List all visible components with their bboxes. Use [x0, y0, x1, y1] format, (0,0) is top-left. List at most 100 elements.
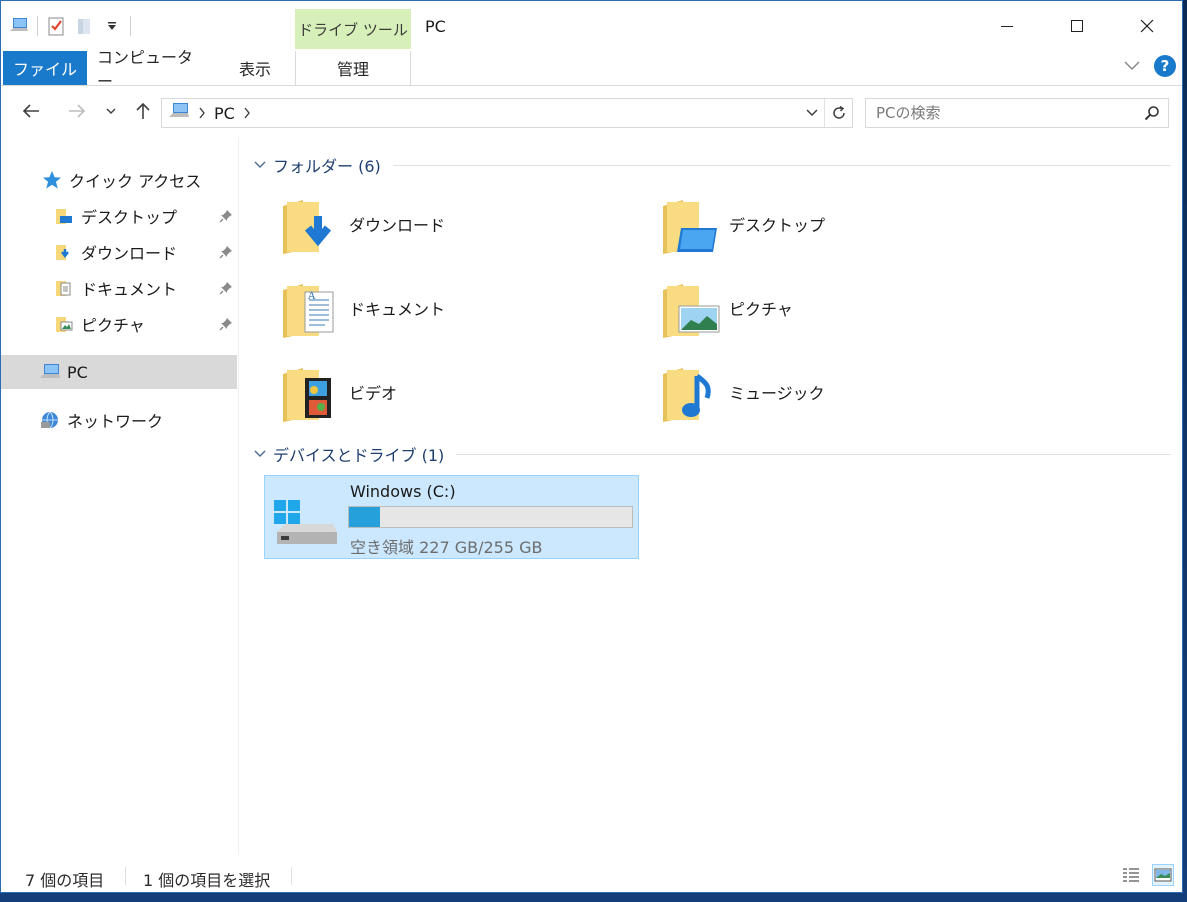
tab-computer[interactable]: コンピューター — [97, 48, 205, 91]
documents-folder-icon: A — [283, 284, 334, 338]
tab-view[interactable]: 表示 — [225, 51, 285, 85]
maximize-button[interactable] — [1042, 1, 1112, 51]
window-controls — [972, 1, 1182, 51]
folder-tile-pictures[interactable]: ピクチャ — [661, 269, 991, 347]
pin-icon[interactable] — [219, 244, 233, 263]
qat-separator — [130, 16, 131, 36]
properties-icon[interactable] — [46, 16, 66, 36]
search-input[interactable] — [876, 104, 1136, 122]
forward-button[interactable] — [63, 97, 91, 125]
maximize-icon — [1071, 20, 1083, 32]
folder-tile-downloads[interactable]: ダウンロード — [281, 185, 611, 263]
nav-label: デスクトップ — [81, 208, 178, 227]
details-view-icon — [1123, 868, 1139, 882]
folder-tile-desktop[interactable]: デスクトップ — [661, 185, 991, 263]
folder-label: ダウンロード — [349, 216, 446, 235]
chevron-down-icon — [251, 161, 269, 169]
details-view-button[interactable] — [1120, 864, 1142, 886]
pin-icon[interactable] — [219, 280, 233, 299]
arrow-up-icon — [136, 102, 150, 119]
drive-tile-c[interactable]: Windows (C:) 空き領域 227 GB/255 GB — [264, 475, 639, 559]
nav-item-quick-access[interactable]: クイック アクセス — [1, 163, 237, 197]
status-bar: 7 個の項目 1 個の項目を選択 — [1, 859, 1182, 893]
nav-label: ピクチャ — [81, 316, 145, 335]
customize-qat-icon[interactable] — [102, 16, 122, 36]
folder-tile-videos[interactable]: ビデオ — [281, 353, 611, 431]
tab-file[interactable]: ファイル — [3, 51, 87, 85]
status-selected-count: 1 個の項目を選択 — [143, 871, 271, 890]
folder-tile-music[interactable]: ミュージック — [661, 353, 991, 431]
folder-label: ピクチャ — [729, 300, 793, 319]
breadcrumb-item-pc[interactable]: PC — [214, 104, 235, 123]
nav-item-downloads[interactable]: ダウンロード — [1, 235, 237, 269]
videos-folder-icon — [283, 368, 331, 422]
search-box — [865, 98, 1169, 128]
group-divider — [392, 164, 1171, 166]
address-bar[interactable]: PC — [161, 98, 853, 128]
close-button[interactable] — [1112, 1, 1182, 51]
nav-label: ネットワーク — [67, 412, 164, 431]
folder-tile-documents[interactable]: A ドキュメント — [281, 269, 611, 347]
downloads-folder-icon — [283, 200, 332, 254]
nav-label: ドキュメント — [81, 280, 178, 299]
group-header-devices[interactable]: デバイスとドライブ (1) — [251, 441, 1171, 467]
nav-item-pictures[interactable]: ピクチャ — [1, 307, 237, 341]
group-header-folders[interactable]: フォルダー (6) — [251, 152, 1171, 178]
status-item-count: 7 個の項目 — [25, 871, 105, 890]
chevron-down-icon — [106, 108, 116, 114]
downloads-folder-icon — [53, 241, 75, 263]
back-button[interactable] — [17, 97, 45, 125]
new-folder-icon[interactable] — [74, 16, 94, 36]
folder-label: ミュージック — [729, 384, 825, 403]
nav-item-pc[interactable]: PC — [1, 355, 237, 389]
pin-icon[interactable] — [219, 208, 233, 227]
large-icons-view-button[interactable] — [1152, 864, 1174, 886]
drive-name: Windows (C:) — [350, 482, 456, 501]
search-icon[interactable] — [1136, 105, 1168, 121]
chevron-down-icon — [251, 450, 269, 458]
up-button[interactable] — [129, 97, 157, 125]
group-label: デバイスとドライブ (1) — [273, 446, 445, 465]
desktop-folder-icon — [53, 205, 75, 227]
tab-manage[interactable]: 管理 — [295, 51, 411, 85]
close-icon — [1140, 19, 1154, 33]
nav-item-network[interactable]: ネットワーク — [1, 403, 237, 437]
expand-ribbon-button[interactable] — [1124, 57, 1140, 75]
ribbon-right-controls: ? — [1124, 55, 1176, 77]
music-folder-icon — [663, 368, 711, 422]
address-history-dropdown[interactable] — [800, 99, 824, 127]
recent-locations-button[interactable] — [101, 97, 121, 125]
refresh-button[interactable] — [824, 99, 852, 127]
chevron-down-icon — [1124, 61, 1140, 71]
arrow-left-icon — [22, 104, 39, 118]
drive-usage-bar — [348, 506, 633, 528]
file-explorer-window: ドライブ ツール PC ファイル コンピューター 表示 管理 ? PC PCの検… — [0, 0, 1183, 893]
navigation-pane: クイック アクセス デスクトップ ダウンロード ドキュメント ピクチャ PC ネ… — [1, 137, 239, 855]
address-row: PC — [1, 87, 1182, 137]
chevron-right-icon — [199, 107, 205, 119]
pictures-folder-icon — [663, 284, 720, 338]
qat-separator — [37, 16, 38, 36]
status-separator — [125, 867, 126, 885]
folder-label: デスクトップ — [729, 216, 826, 235]
drive-tools-context-label: ドライブ ツール — [295, 9, 411, 49]
folder-label: ビデオ — [349, 384, 398, 403]
drive-free-space: 空き領域 227 GB/255 GB — [350, 538, 543, 557]
content-pane: フォルダー (6) ダウンロード デスクトップ A ドキュメント ピクチャ ビデ… — [241, 137, 1181, 855]
pin-icon[interactable] — [219, 316, 233, 335]
documents-folder-icon — [53, 277, 75, 299]
help-icon[interactable]: ? — [1154, 55, 1176, 77]
ribbon-tabs: ファイル コンピューター 表示 管理 ? — [1, 48, 1182, 91]
group-divider — [456, 453, 1171, 455]
breadcrumb: PC — [162, 102, 800, 124]
nav-item-documents[interactable]: ドキュメント — [1, 271, 237, 305]
view-switcher — [1120, 864, 1174, 886]
nav-label: クイック アクセス — [69, 172, 202, 191]
nav-label: ダウンロード — [81, 244, 178, 263]
star-icon — [41, 169, 63, 191]
folder-label: ドキュメント — [349, 300, 446, 319]
window-title: PC — [425, 17, 446, 36]
nav-item-desktop[interactable]: デスクトップ — [1, 199, 237, 233]
minimize-button[interactable] — [972, 1, 1042, 51]
pc-small-icon[interactable] — [9, 16, 29, 36]
